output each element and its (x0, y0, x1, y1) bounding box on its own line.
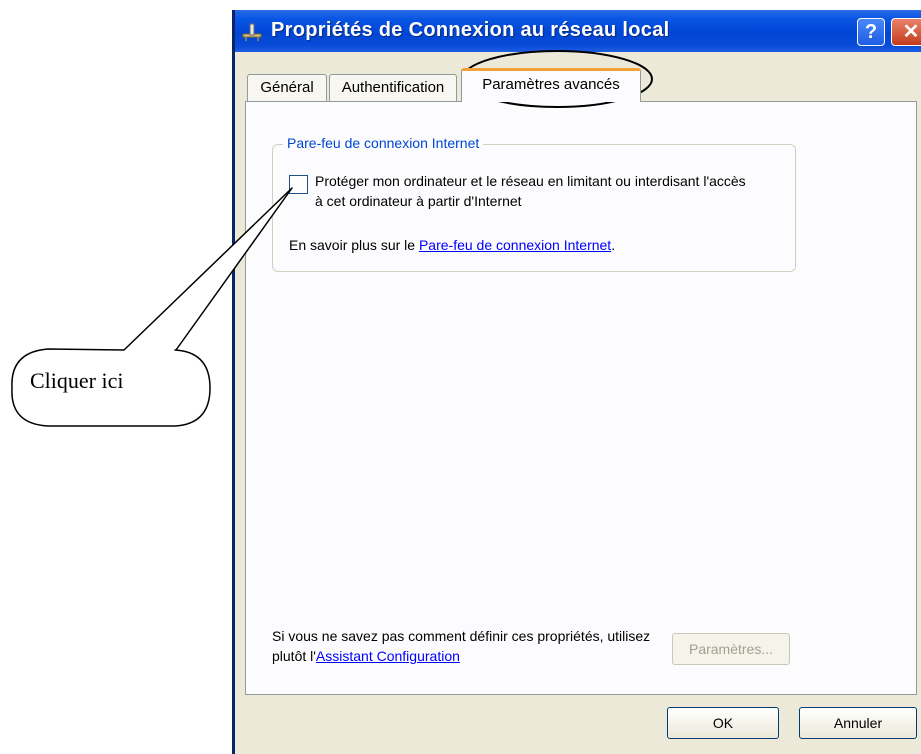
protect-computer-checkbox[interactable] (289, 175, 308, 194)
tab-advanced-settings[interactable]: Paramètres avancés (461, 68, 641, 102)
settings-button: Paramètres... (672, 633, 790, 665)
help-icon: ? (864, 21, 878, 43)
tab-authentication[interactable]: Authentification (329, 74, 457, 102)
advanced-settings-panel: Pare-feu de connexion Internet Protéger … (245, 101, 917, 695)
setup-assistant-link[interactable]: Assistant Configuration (316, 648, 460, 664)
callout-text: Cliquer ici (30, 368, 124, 393)
help-button[interactable]: ? (857, 18, 885, 46)
network-connection-icon (242, 23, 262, 41)
tab-general[interactable]: Général (247, 74, 327, 102)
window-title: Propriétés de Connexion au réseau local (271, 19, 670, 41)
learn-more-prefix: En savoir plus sur le (289, 237, 419, 253)
properties-dialog: Propriétés de Connexion au réseau local … (232, 10, 921, 754)
learn-more-line: En savoir plus sur le Pare-feu de connex… (289, 237, 615, 253)
ok-button[interactable]: OK (667, 707, 779, 739)
firewall-group-title: Pare-feu de connexion Internet (283, 135, 484, 151)
firewall-help-link[interactable]: Pare-feu de connexion Internet (419, 237, 611, 253)
firewall-groupbox: Pare-feu de connexion Internet Protéger … (272, 135, 796, 272)
protect-computer-label[interactable]: Protéger mon ordinateur et le réseau en … (315, 171, 755, 211)
title-bar[interactable]: Propriétés de Connexion au réseau local … (235, 10, 921, 52)
cancel-button[interactable]: Annuler (799, 707, 917, 739)
learn-more-suffix: . (611, 237, 616, 253)
assistant-hint: Si vous ne savez pas comment définir ces… (272, 626, 672, 666)
close-button[interactable]: ✕ (891, 18, 921, 46)
close-icon: ✕ (902, 21, 920, 43)
